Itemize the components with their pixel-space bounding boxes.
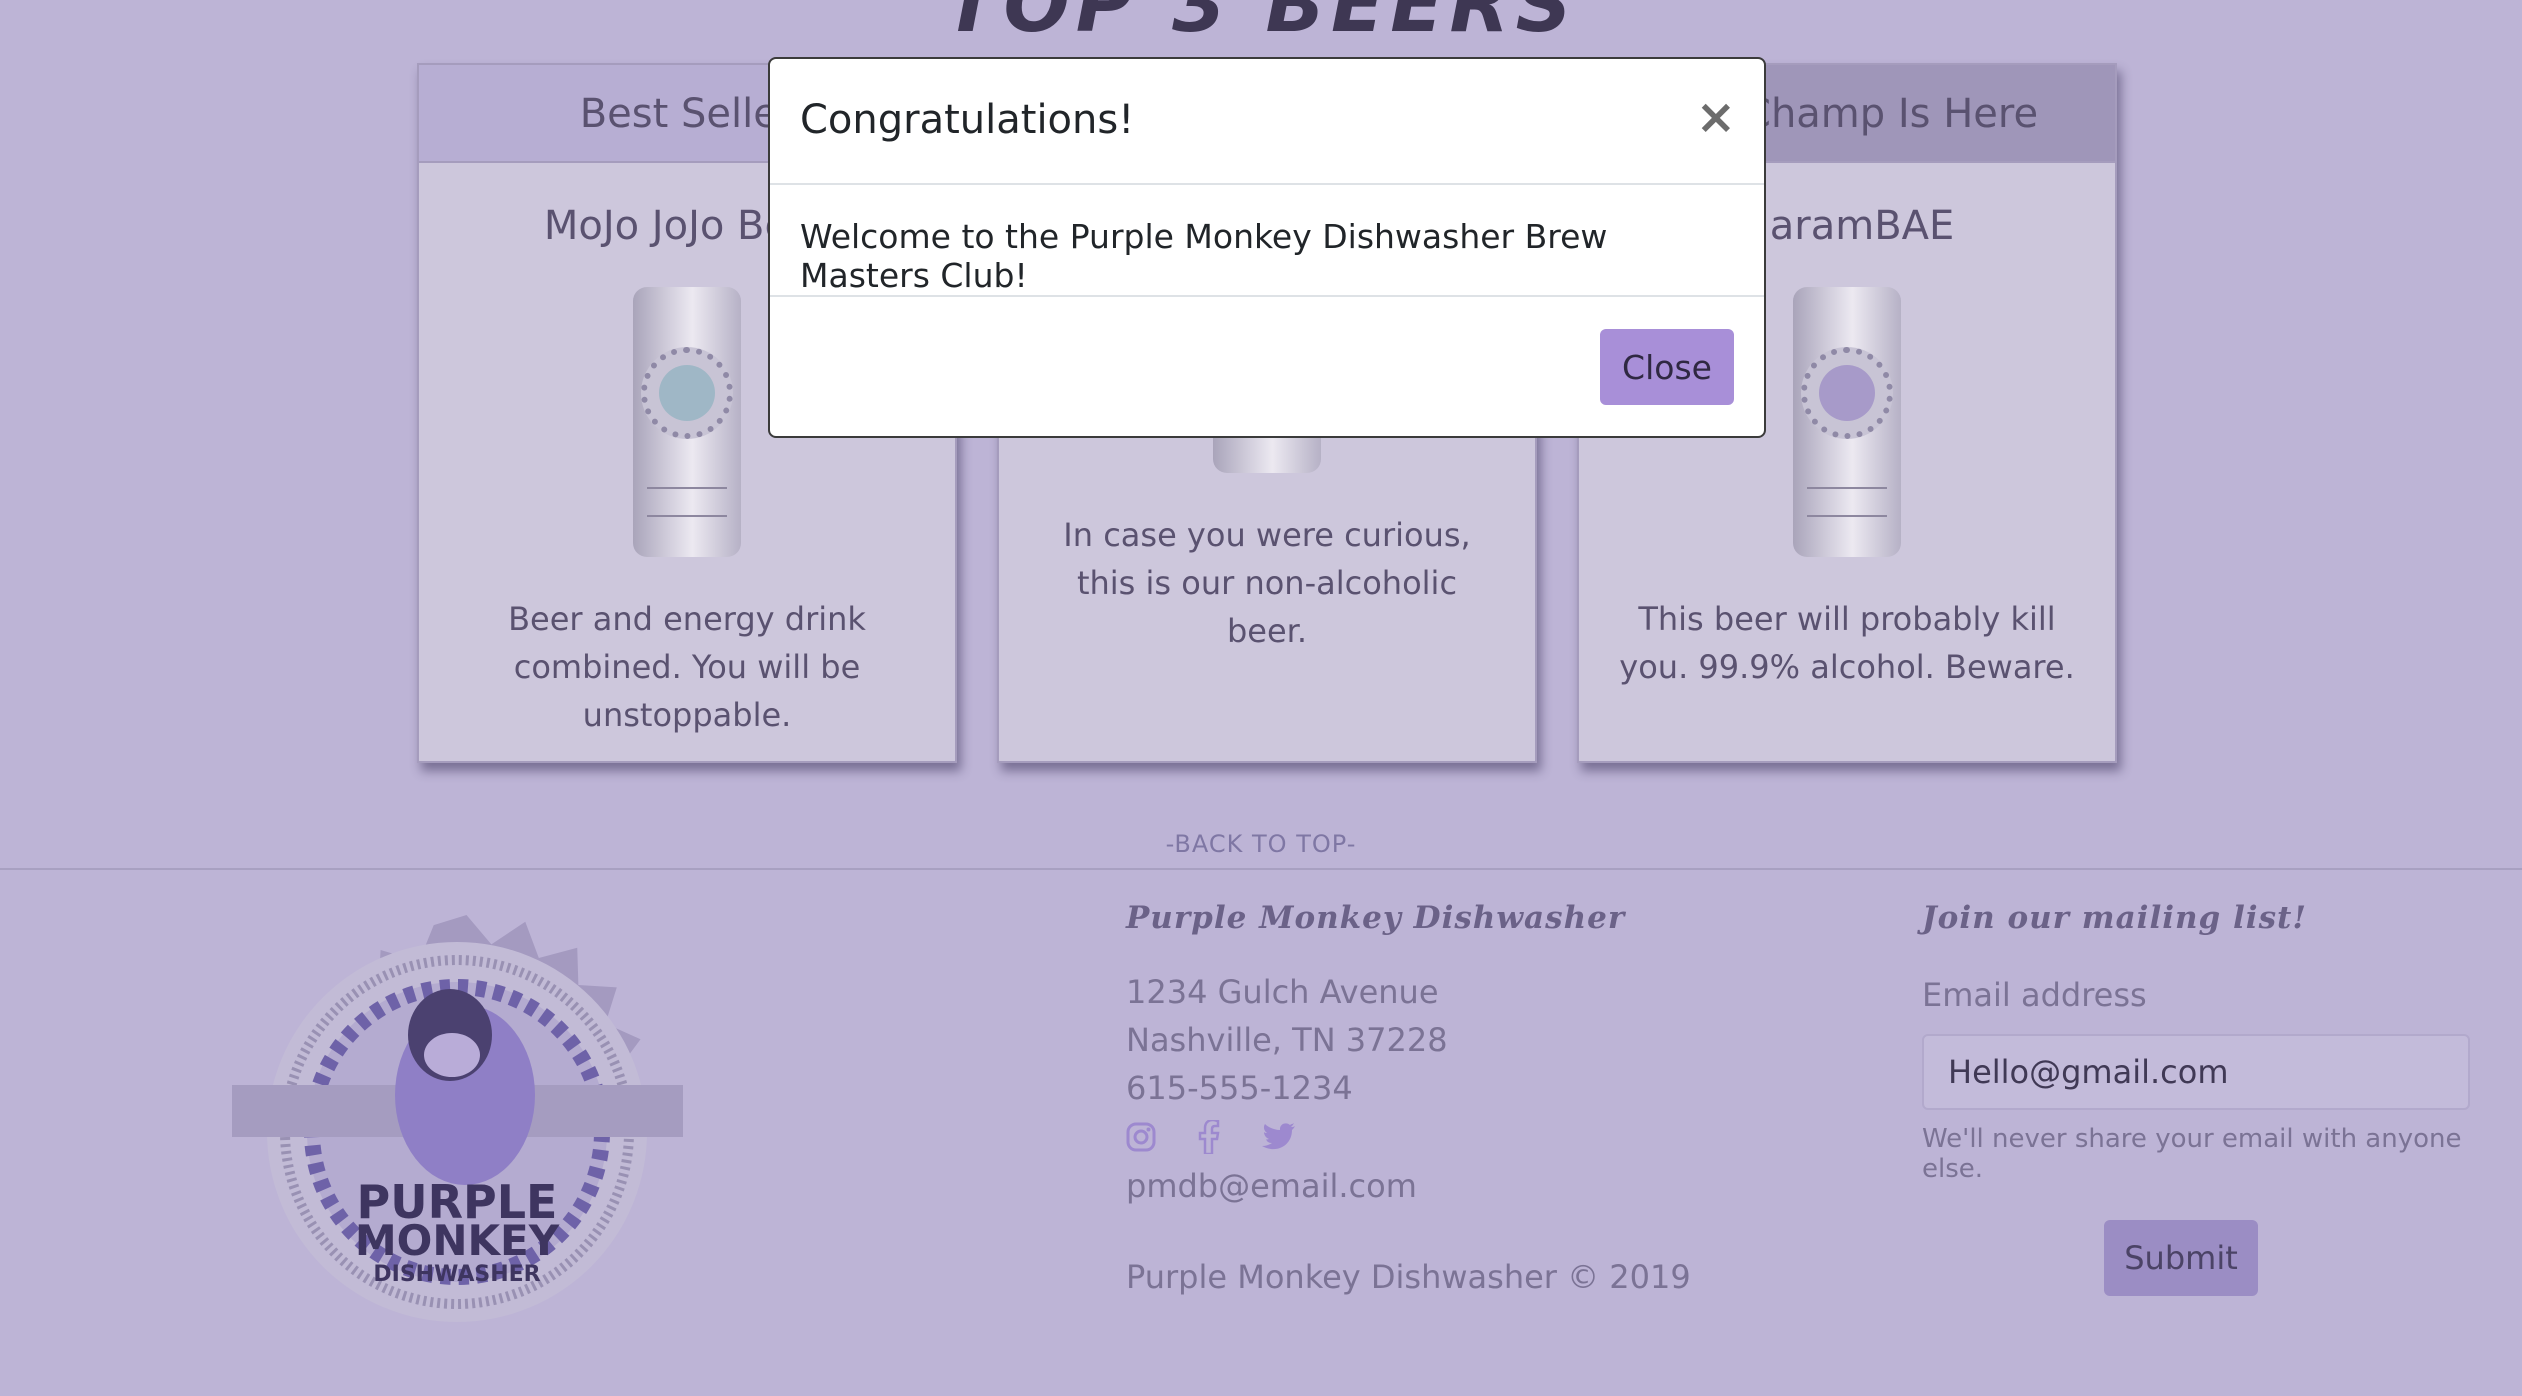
modal-header: Congratulations! × bbox=[770, 59, 1764, 185]
close-button[interactable]: Close bbox=[1600, 329, 1734, 405]
modal-footer: Close bbox=[770, 297, 1764, 437]
close-icon[interactable]: × bbox=[1696, 89, 1736, 145]
modal-title: Congratulations! bbox=[800, 97, 1135, 143]
modal-body: Welcome to the Purple Monkey Dishwasher … bbox=[770, 185, 1764, 297]
congratulations-modal: Congratulations! × Welcome to the Purple… bbox=[768, 57, 1766, 438]
